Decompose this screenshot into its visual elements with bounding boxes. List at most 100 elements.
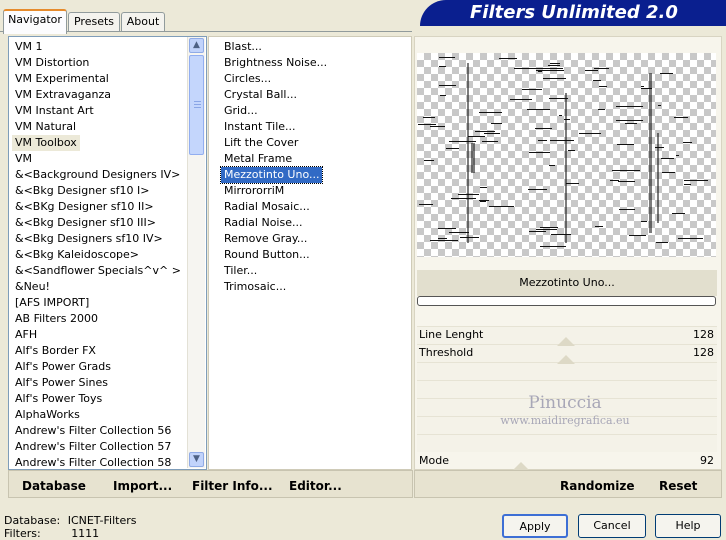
- category-item[interactable]: &<Bkg Designer sf10 III>: [12, 215, 159, 231]
- apply-button[interactable]: Apply: [502, 514, 568, 538]
- mezzotint-stroke: [538, 140, 547, 141]
- help-button[interactable]: Help: [655, 514, 721, 538]
- scroll-thumb[interactable]: [189, 55, 204, 155]
- randomize-button[interactable]: Randomize: [560, 478, 634, 494]
- category-item[interactable]: VM Experimental: [12, 71, 112, 87]
- tab-about[interactable]: About: [121, 12, 165, 32]
- filter-items: Blast... Brightness Noise... Circles... Cry…: [219, 39, 409, 469]
- filter-item[interactable]: Radial Noise...: [221, 215, 305, 231]
- category-item[interactable]: Alf's Power Grads: [12, 359, 114, 375]
- tab-presets[interactable]: Presets: [68, 12, 120, 32]
- filter-item[interactable]: Instant Tile...: [221, 119, 299, 135]
- category-item[interactable]: Andrew's Filter Collection 56: [12, 423, 174, 439]
- mezzotint-stroke: [489, 206, 514, 207]
- cancel-button[interactable]: Cancel: [578, 514, 646, 538]
- category-item[interactable]: AFH: [12, 327, 40, 343]
- param-label: Threshold: [419, 346, 474, 359]
- filter-item[interactable]: Radial Mosaic...: [221, 199, 313, 215]
- category-item[interactable]: Alf's Power Toys: [12, 391, 105, 407]
- mezzotint-stroke: [528, 189, 547, 190]
- watermark-name: Pinuccia: [528, 393, 602, 413]
- mezzotint-stroke: [616, 120, 643, 121]
- category-item[interactable]: Andrew's Filter Collection 57: [12, 439, 174, 455]
- filter-info-button[interactable]: Filter Info...: [192, 478, 273, 494]
- mezzotint-stroke: [672, 213, 685, 214]
- param-label: Mode: [419, 454, 449, 467]
- mezzotint-stroke: [439, 85, 454, 86]
- mezzotint-stroke: [419, 204, 433, 205]
- mezzotint-stroke: [662, 172, 675, 173]
- mezzotint-stroke: [440, 95, 446, 96]
- filter-item[interactable]: Crystal Ball...: [221, 87, 300, 103]
- scroll-down-button[interactable]: ▼: [189, 452, 204, 467]
- mezzotint-stroke: [535, 128, 552, 129]
- category-item[interactable]: AB Filters 2000: [12, 311, 101, 327]
- category-item[interactable]: [AFS IMPORT]: [12, 295, 92, 311]
- category-item[interactable]: &<Bkg Kaleidoscope>: [12, 247, 142, 263]
- category-item[interactable]: AlphaWorks: [12, 407, 83, 423]
- mezzotint-stroke: [510, 99, 532, 100]
- filter-item[interactable]: Metal Frame: [221, 151, 295, 167]
- mezzotint-stroke: [550, 63, 560, 64]
- category-item[interactable]: &<Sandflower Specials^v^ >: [12, 263, 184, 279]
- category-item[interactable]: Alf's Border FX: [12, 343, 99, 359]
- filter-item[interactable]: Remove Gray...: [221, 231, 310, 247]
- mezzotint-stroke: [468, 136, 485, 137]
- filter-item[interactable]: Mezzotinto Uno...: [219, 166, 324, 184]
- filter-item[interactable]: Blast...: [221, 39, 265, 55]
- category-list[interactable]: VM 1 VM Distortion VM Experimental VM Extra…: [8, 36, 207, 470]
- mezzotint-stroke: [585, 70, 598, 71]
- filter-item[interactable]: MirrororriM: [221, 183, 287, 199]
- tab-navigator[interactable]: Navigator: [3, 9, 67, 34]
- filter-item[interactable]: Circles...: [221, 71, 274, 87]
- category-item[interactable]: VM: [12, 151, 35, 167]
- editor-button[interactable]: Editor...: [289, 478, 342, 494]
- param-value: 128: [693, 346, 714, 359]
- app-title: Filters Unlimited 2.0: [470, 2, 678, 23]
- category-item[interactable]: &<Bkg Designers sf10 IV>: [12, 231, 166, 247]
- scroll-up-button[interactable]: ▲: [189, 38, 204, 53]
- param-mode[interactable]: Mode 92: [417, 452, 717, 469]
- filter-item[interactable]: Round Button...: [221, 247, 313, 263]
- category-item[interactable]: VM 1: [12, 39, 46, 55]
- category-item[interactable]: VM Natural: [12, 119, 79, 135]
- import-button[interactable]: Import...: [113, 478, 172, 494]
- grip-line: [194, 104, 201, 105]
- mezzotint-stroke: [540, 246, 566, 247]
- category-item[interactable]: VM Toolbox: [12, 135, 80, 151]
- category-item[interactable]: &<Background Designers IV>: [12, 167, 183, 183]
- mezzotint-stroke: [438, 238, 447, 239]
- mezzotint-stroke: [598, 109, 605, 110]
- mezzotint-stroke: [480, 187, 487, 188]
- reset-button[interactable]: Reset: [659, 478, 697, 494]
- slider-thumb-threshold[interactable]: [557, 355, 575, 364]
- filter-item[interactable]: Lift the Cover: [221, 135, 301, 151]
- param-value: 92: [700, 454, 714, 467]
- category-item[interactable]: &<Bkg Designer sf10 I>: [12, 183, 153, 199]
- mezzotint-stroke: [629, 235, 646, 236]
- mezzotint-streak: [467, 63, 469, 243]
- mezzotint-stroke: [439, 66, 446, 67]
- param-slot: [417, 362, 717, 380]
- category-item[interactable]: &Neu!: [12, 279, 53, 295]
- category-item[interactable]: Alf's Power Sines: [12, 375, 111, 391]
- category-item[interactable]: VM Extravaganza: [12, 87, 114, 103]
- watermark-url: www.maidiregrafica.eu: [500, 414, 630, 427]
- filter-item[interactable]: Trimosaic...: [221, 279, 289, 295]
- filter-item[interactable]: Brightness Noise...: [221, 55, 330, 71]
- mezzotint-stroke: [446, 148, 459, 149]
- mezzotint-streak: [649, 73, 652, 233]
- mezzotint-stroke: [543, 78, 566, 79]
- mezzotint-stroke: [579, 133, 601, 134]
- filter-list[interactable]: Blast... Brightness Noise... Circles... Cry…: [208, 36, 412, 470]
- mezzotint-stroke: [460, 237, 479, 238]
- category-scrollbar[interactable]: ▲ ▼: [187, 37, 205, 468]
- filter-item[interactable]: Grid...: [221, 103, 261, 119]
- filter-item[interactable]: Tiler...: [221, 263, 260, 279]
- category-item[interactable]: VM Distortion: [12, 55, 92, 71]
- category-item[interactable]: &<BKg Designer sf10 II>: [12, 199, 157, 215]
- category-item[interactable]: VM Instant Art: [12, 103, 97, 119]
- mezzotint-stroke: [491, 123, 502, 124]
- category-item[interactable]: Andrew's Filter Collection 58: [12, 455, 174, 469]
- database-button[interactable]: Database: [22, 478, 86, 494]
